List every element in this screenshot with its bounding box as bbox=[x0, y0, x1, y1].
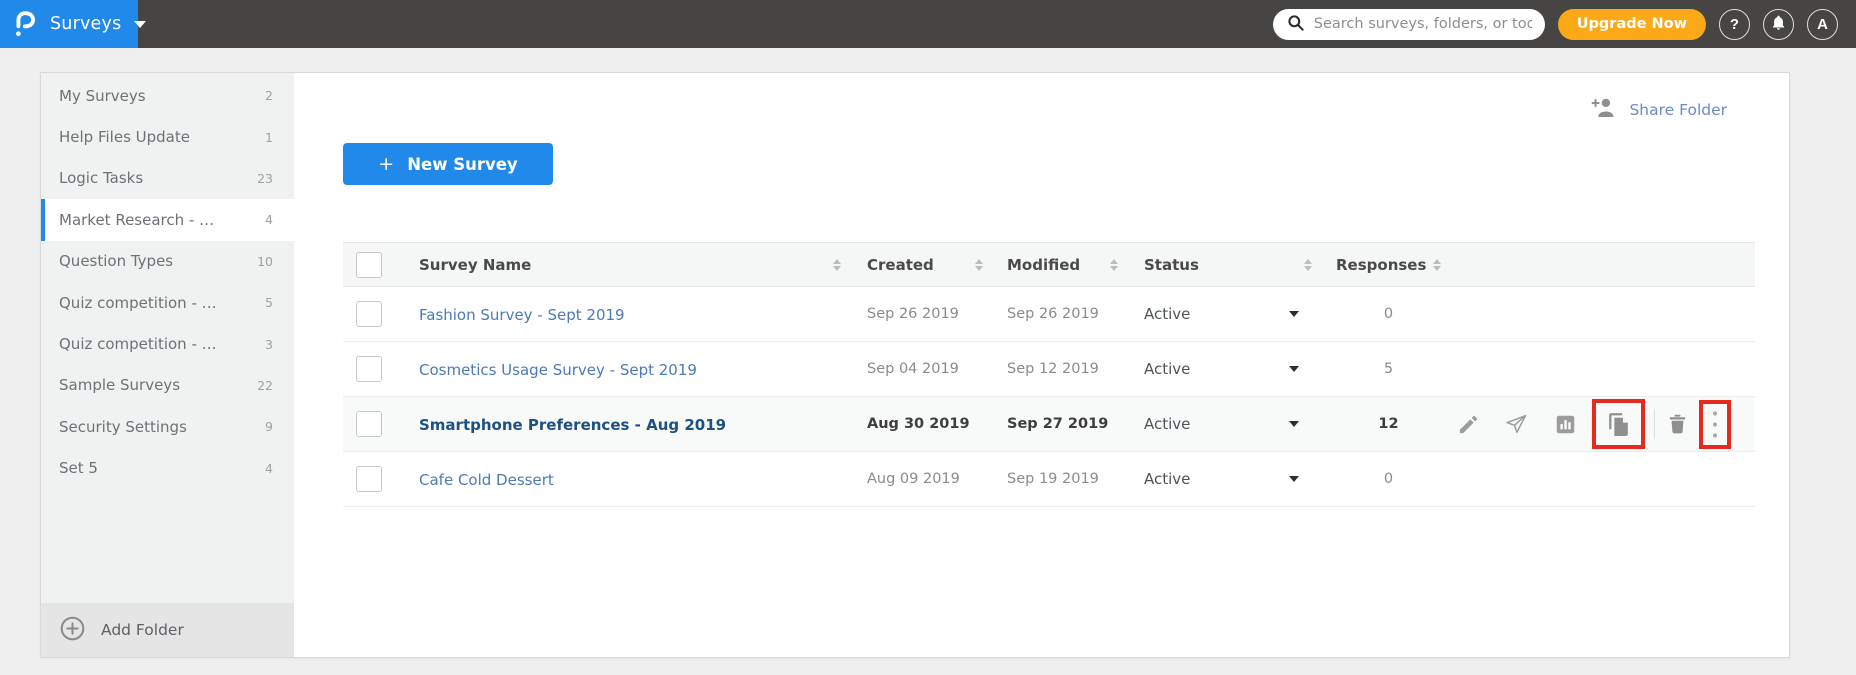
sort-icon[interactable] bbox=[975, 258, 983, 271]
notifications-button[interactable] bbox=[1763, 8, 1794, 40]
status-dropdown[interactable]: Active bbox=[1136, 360, 1326, 378]
bell-icon bbox=[1770, 14, 1787, 35]
chevron-down-icon bbox=[134, 20, 147, 28]
help-button[interactable]: ? bbox=[1719, 8, 1750, 40]
responses-count: 5 bbox=[1383, 361, 1394, 377]
folder-count: 3 bbox=[265, 336, 273, 352]
sidebar-item-set-5[interactable]: Set 5 4 bbox=[41, 448, 294, 489]
status-dropdown[interactable]: Active bbox=[1136, 470, 1326, 488]
sidebar-item-quiz-competition-1[interactable]: Quiz competition - … 5 bbox=[41, 282, 294, 323]
delete-icon[interactable] bbox=[1666, 412, 1689, 436]
chevron-down-icon bbox=[1289, 421, 1299, 427]
folder-count: 22 bbox=[257, 377, 273, 393]
divider bbox=[1654, 409, 1655, 439]
search-icon bbox=[1286, 13, 1305, 36]
table-row: Cafe Cold Dessert Aug 09 2019 Sep 19 201… bbox=[343, 452, 1755, 507]
col-header-survey-name: Survey Name bbox=[419, 255, 532, 274]
plus-circle-icon bbox=[59, 615, 86, 646]
app-switcher[interactable]: Surveys bbox=[0, 0, 147, 48]
table-row: Fashion Survey - Sept 2019 Sep 26 2019 S… bbox=[343, 287, 1755, 342]
add-folder-button[interactable]: Add Folder bbox=[41, 603, 294, 657]
col-header-created: Created bbox=[867, 255, 934, 274]
content-card: My Surveys 2 Help Files Update 1 Logic T… bbox=[40, 72, 1790, 658]
folder-count: 2 bbox=[265, 88, 273, 104]
survey-name-link[interactable]: Fashion Survey - Sept 2019 bbox=[419, 306, 625, 324]
folder-count: 23 bbox=[257, 170, 273, 186]
status-dropdown[interactable]: Active bbox=[1136, 305, 1326, 323]
folder-count: 4 bbox=[265, 460, 273, 476]
col-header-status: Status bbox=[1144, 255, 1199, 274]
chevron-down-icon bbox=[1289, 366, 1299, 372]
created-date: Sep 26 2019 bbox=[867, 306, 959, 322]
survey-name-link[interactable]: Smartphone Preferences - Aug 2019 bbox=[419, 416, 726, 434]
col-header-modified: Modified bbox=[1007, 255, 1081, 274]
folder-count: 4 bbox=[265, 212, 273, 228]
send-icon[interactable] bbox=[1504, 412, 1529, 436]
sort-icon[interactable] bbox=[1110, 258, 1118, 271]
sidebar-item-help-files-update[interactable]: Help Files Update 1 bbox=[41, 116, 294, 157]
modified-date: Sep 12 2019 bbox=[1007, 361, 1099, 377]
survey-name-link[interactable]: Cafe Cold Dessert bbox=[419, 471, 554, 489]
sort-icon[interactable] bbox=[833, 258, 841, 271]
select-all-checkbox[interactable] bbox=[356, 251, 382, 278]
person-add-icon bbox=[1591, 97, 1616, 122]
upgrade-now-button[interactable]: Upgrade Now bbox=[1557, 8, 1706, 40]
chevron-down-icon bbox=[1289, 311, 1299, 317]
sidebar-item-question-types[interactable]: Question Types 10 bbox=[41, 241, 294, 282]
responses-count: 12 bbox=[1378, 416, 1399, 432]
edit-icon[interactable] bbox=[1457, 413, 1480, 436]
table-row: Cosmetics Usage Survey - Sept 2019 Sep 0… bbox=[343, 342, 1755, 397]
folder-count: 9 bbox=[265, 419, 273, 435]
created-date: Aug 30 2019 bbox=[867, 416, 970, 432]
modified-date: Sep 19 2019 bbox=[1007, 471, 1099, 487]
folder-list: My Surveys 2 Help Files Update 1 Logic T… bbox=[41, 73, 294, 489]
sort-icon[interactable] bbox=[1433, 258, 1442, 271]
search-bar[interactable] bbox=[1272, 8, 1545, 40]
created-date: Aug 09 2019 bbox=[867, 471, 960, 487]
app-name: Surveys bbox=[50, 14, 122, 34]
sidebar-item-my-surveys[interactable]: My Surveys 2 bbox=[41, 75, 294, 116]
responses-count: 0 bbox=[1383, 471, 1394, 487]
annotation-box-more bbox=[1699, 399, 1731, 449]
table-header-row: Survey Name Created Modified Status Resp… bbox=[343, 242, 1755, 287]
responses-count: 0 bbox=[1383, 306, 1394, 322]
table-row-highlighted: Smartphone Preferences - Aug 2019 Aug 30… bbox=[343, 397, 1755, 452]
topbar-right: Upgrade Now ? A bbox=[1272, 8, 1856, 40]
row-actions bbox=[1421, 399, 1755, 449]
chevron-down-icon bbox=[1289, 476, 1299, 482]
col-header-responses: Responses bbox=[1336, 255, 1427, 274]
sidebar-item-security-settings[interactable]: Security Settings 9 bbox=[41, 406, 294, 447]
modified-date: Sep 27 2019 bbox=[1007, 416, 1109, 432]
row-checkbox[interactable] bbox=[356, 466, 382, 492]
folder-count: 10 bbox=[257, 253, 273, 269]
created-date: Sep 04 2019 bbox=[867, 361, 959, 377]
status-dropdown[interactable]: Active bbox=[1136, 415, 1326, 433]
folder-count: 1 bbox=[265, 129, 273, 145]
sidebar-item-logic-tasks[interactable]: Logic Tasks 23 bbox=[41, 158, 294, 199]
modified-date: Sep 26 2019 bbox=[1007, 306, 1099, 322]
row-checkbox[interactable] bbox=[356, 411, 382, 437]
sidebar-item-market-research[interactable]: Market Research - … 4 bbox=[41, 199, 294, 241]
share-folder-link[interactable]: Share Folder bbox=[1591, 97, 1727, 122]
folder-count: 5 bbox=[265, 295, 273, 311]
sidebar-item-sample-surveys[interactable]: Sample Surveys 22 bbox=[41, 365, 294, 406]
survey-name-link[interactable]: Cosmetics Usage Survey - Sept 2019 bbox=[419, 361, 697, 379]
row-checkbox[interactable] bbox=[356, 356, 382, 382]
reports-icon[interactable] bbox=[1555, 414, 1576, 435]
sidebar-item-quiz-competition-2[interactable]: Quiz competition - … 3 bbox=[41, 323, 294, 364]
plus-icon: + bbox=[378, 153, 395, 175]
new-survey-button[interactable]: + New Survey bbox=[343, 143, 553, 185]
row-checkbox[interactable] bbox=[356, 301, 382, 327]
more-options-icon[interactable] bbox=[1710, 409, 1720, 440]
surveys-table: Survey Name Created Modified Status Resp… bbox=[343, 242, 1755, 507]
folders-sidebar: My Surveys 2 Help Files Update 1 Logic T… bbox=[41, 73, 294, 657]
search-input[interactable] bbox=[1313, 16, 1532, 32]
topbar: Surveys Upgrade Now ? A bbox=[0, 0, 1856, 48]
proprofs-logo-icon bbox=[13, 9, 39, 39]
sort-icon[interactable] bbox=[1304, 258, 1312, 271]
main-panel: Share Folder + New Survey Survey Name Cr… bbox=[294, 73, 1789, 657]
avatar[interactable]: A bbox=[1807, 8, 1838, 40]
copy-icon[interactable] bbox=[1606, 411, 1631, 437]
annotation-box-copy bbox=[1592, 399, 1645, 449]
